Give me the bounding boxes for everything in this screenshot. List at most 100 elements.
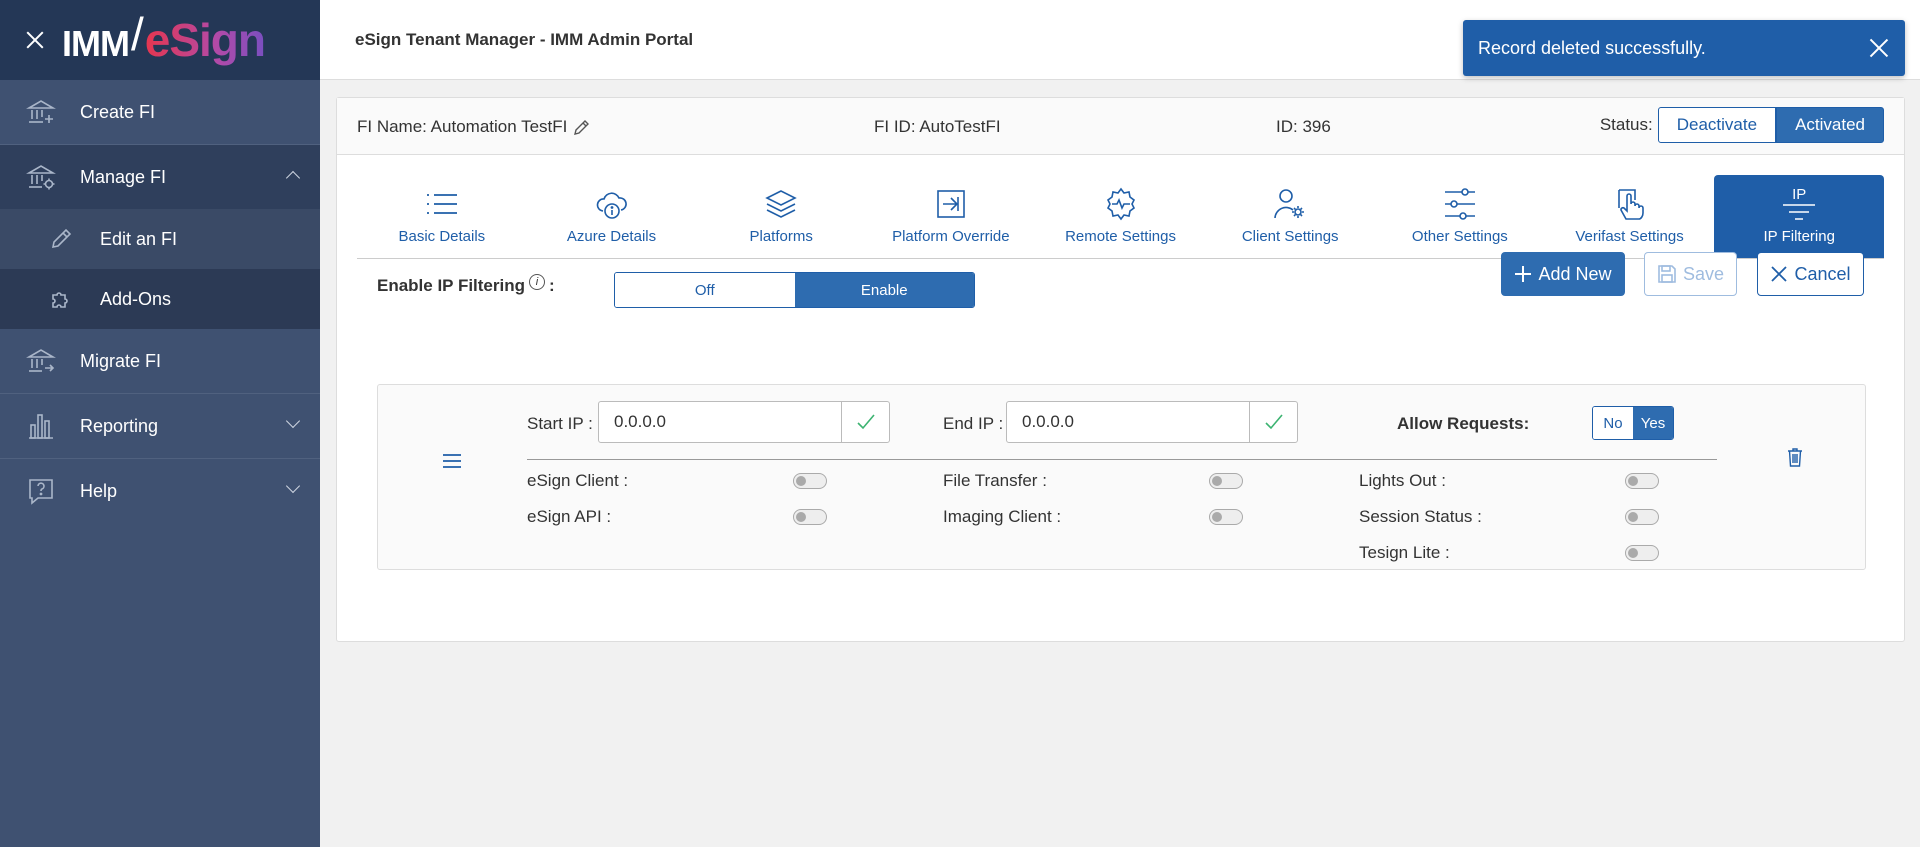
divider — [527, 459, 1717, 460]
edit-pencil-icon[interactable] — [573, 118, 591, 136]
tab-ip-filtering[interactable]: IP IP Filtering — [1714, 175, 1885, 258]
start-ip-value[interactable]: 0.0.0.0 — [599, 402, 841, 442]
sidebar-subitem-add-ons[interactable]: Add-Ons — [0, 269, 320, 329]
sidebar-item-help[interactable]: Help — [0, 459, 320, 523]
perm-session-status-label: Session Status : — [1359, 507, 1482, 526]
no-option[interactable]: No — [1593, 407, 1633, 439]
enable-option[interactable]: Enable — [794, 273, 974, 307]
tab-label: Client Settings — [1241, 228, 1339, 245]
plus-icon — [1514, 265, 1532, 283]
tab-label: Azure Details — [566, 228, 657, 245]
yes-option[interactable]: Yes — [1633, 407, 1673, 439]
help-chat-icon — [26, 476, 56, 506]
tab-platform-override[interactable]: Platform Override — [866, 175, 1036, 258]
session-status-switch[interactable] — [1625, 509, 1659, 525]
fi-name: FI Name: Automation TestFI — [357, 117, 591, 137]
gear-pulse-icon — [1103, 186, 1139, 222]
ip-filtering-toggle: Off Enable — [614, 272, 975, 308]
pencil-icon — [48, 226, 74, 252]
tab-other-settings[interactable]: Other Settings — [1375, 175, 1545, 258]
file-transfer-switch[interactable] — [1209, 473, 1243, 489]
save-label: Save — [1682, 263, 1725, 284]
sidebar: IMM / eSign Create FI Manage FI Edit an … — [0, 0, 320, 847]
info-icon[interactable]: i — [529, 274, 545, 290]
tab-remote-settings[interactable]: Remote Settings — [1036, 175, 1206, 258]
sidebar-subitem-label: Edit an FI — [100, 228, 178, 249]
bar-chart-icon — [26, 411, 56, 441]
fi-info-bar: FI Name: Automation TestFI FI ID: AutoTe… — [337, 98, 1904, 155]
layers-icon — [764, 186, 798, 222]
close-icon[interactable] — [22, 27, 48, 53]
perm-lights-out-label: Lights Out : — [1359, 471, 1446, 490]
tab-verifast-settings[interactable]: Verifast Settings — [1545, 175, 1715, 258]
tesign-lite-switch[interactable] — [1625, 545, 1659, 561]
lights-out-switch[interactable] — [1625, 473, 1659, 489]
perm-imaging-client-label: Imaging Client : — [943, 507, 1062, 526]
allow-requests-label: Allow Requests: — [1397, 414, 1530, 433]
checkmark-icon — [1249, 402, 1297, 442]
imaging-client-switch[interactable] — [1209, 509, 1243, 525]
add-new-label: Add New — [1538, 263, 1612, 284]
tab-label: Platforms — [749, 228, 813, 245]
sidebar-item-create-fi[interactable]: Create FI — [0, 80, 320, 144]
sidebar-item-reporting[interactable]: Reporting — [0, 394, 320, 458]
perm-tesign-lite-label: Tesign Lite : — [1359, 543, 1450, 562]
tab-label: Other Settings — [1411, 228, 1508, 245]
bank-plus-icon — [26, 97, 56, 127]
tab-azure-details[interactable]: Azure Details — [527, 175, 697, 258]
status-label: Status: — [1599, 115, 1653, 134]
sidebar-item-migrate-fi[interactable]: Migrate FI — [0, 329, 320, 393]
off-option[interactable]: Off — [615, 273, 795, 307]
bank-gear-icon — [26, 162, 56, 192]
esign-api-switch[interactable] — [793, 509, 827, 525]
add-new-button[interactable]: Add New — [1501, 252, 1625, 296]
sidebar-item-label: Help — [80, 480, 118, 501]
start-ip-label: Start IP : — [527, 414, 593, 433]
toast-notification: Record deleted successfully. — [1463, 20, 1905, 76]
trash-icon[interactable] — [1787, 447, 1803, 472]
save-button[interactable]: Save — [1644, 252, 1737, 296]
perm-esign-api-label: eSign API : — [527, 507, 612, 526]
sidebar-item-label: Reporting — [80, 415, 159, 436]
chevron-down-icon — [285, 478, 301, 494]
chevron-down-icon — [285, 413, 301, 429]
activated-button[interactable]: Activated — [1776, 107, 1884, 143]
checkmark-icon — [841, 402, 889, 442]
tab-label: Basic Details — [398, 228, 486, 245]
tab-label: IP Filtering — [1763, 228, 1835, 245]
esign-client-switch[interactable] — [793, 473, 827, 489]
sidebar-item-manage-fi[interactable]: Manage FI — [0, 145, 320, 209]
enable-colon: : — [549, 276, 555, 295]
tab-basic-details[interactable]: Basic Details — [357, 175, 527, 258]
deactivate-button[interactable]: Deactivate — [1657, 107, 1777, 143]
bank-arrow-icon — [26, 346, 56, 376]
end-ip-field[interactable]: 0.0.0.0 — [1006, 401, 1298, 443]
start-ip-field[interactable]: 0.0.0.0 — [598, 401, 890, 443]
status-control: Status: Deactivate Activated — [1600, 107, 1884, 143]
tab-label: Remote Settings — [1065, 228, 1176, 245]
logo-slash: / — [130, 8, 144, 60]
perm-file-transfer-label: File Transfer : — [943, 471, 1047, 490]
close-icon[interactable] — [1869, 38, 1889, 58]
sliders-icon — [1443, 186, 1477, 222]
list-icon — [425, 186, 459, 222]
fi-id: FI ID: AutoTestFI — [874, 117, 1001, 136]
sidebar-header: IMM / eSign — [0, 0, 320, 80]
fi-name-text: FI Name: Automation TestFI — [357, 117, 568, 136]
tab-platforms[interactable]: Platforms — [696, 175, 866, 258]
record-id: ID: 396 — [1276, 117, 1331, 136]
tab-client-settings[interactable]: Client Settings — [1205, 175, 1375, 258]
end-ip-value[interactable]: 0.0.0.0 — [1007, 402, 1249, 442]
cancel-label: Cancel — [1794, 263, 1851, 284]
user-gear-icon — [1273, 186, 1307, 222]
logo: IMM / eSign — [62, 8, 266, 67]
cancel-button[interactable]: Cancel — [1757, 252, 1864, 296]
ip-filter-icon-text: IP — [1792, 186, 1807, 203]
sidebar-subitem-edit-fi[interactable]: Edit an FI — [0, 209, 320, 269]
arrow-into-box-icon — [935, 186, 967, 222]
floppy-disk-icon — [1657, 264, 1677, 284]
chevron-up-icon — [285, 170, 301, 186]
tab-label: Platform Override — [892, 228, 1010, 245]
drag-handle-icon[interactable] — [442, 453, 462, 474]
ip-filter-icon: IP — [1782, 186, 1816, 222]
